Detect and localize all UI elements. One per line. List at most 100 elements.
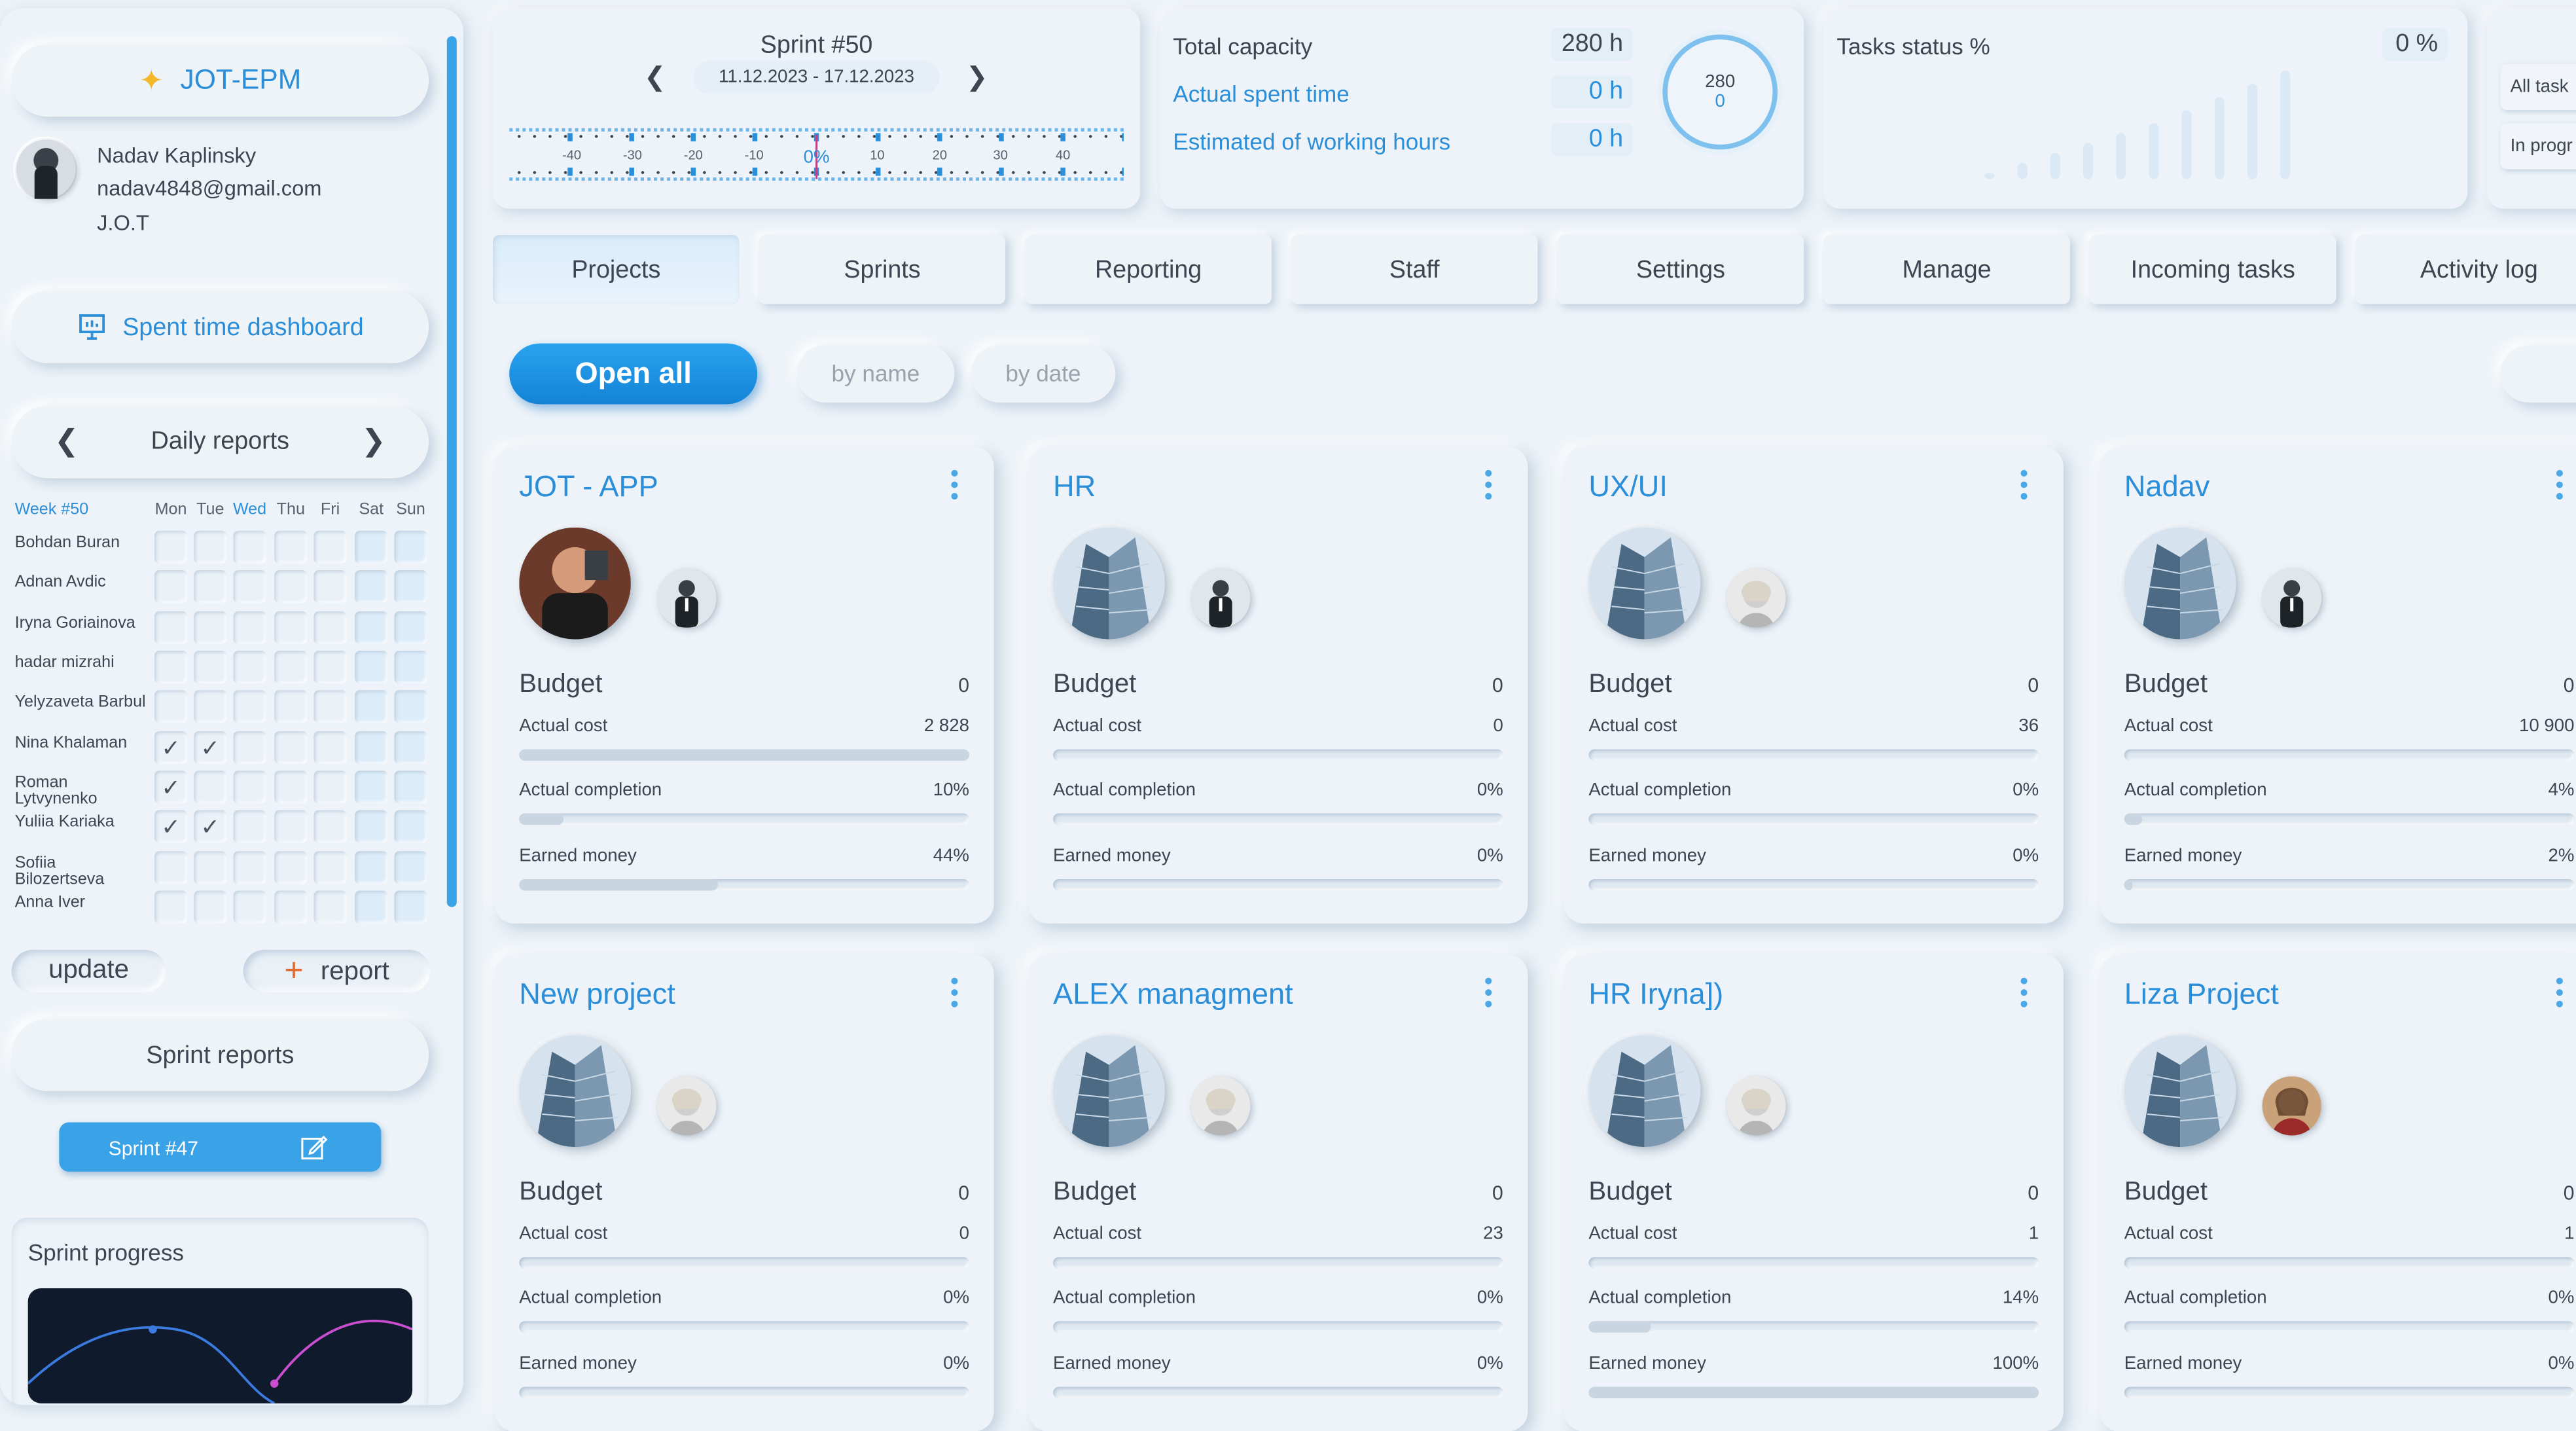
- week-day-cell[interactable]: [394, 611, 427, 644]
- week-day-cell[interactable]: [233, 731, 266, 765]
- week-day-cell[interactable]: [394, 890, 427, 924]
- week-day-cell[interactable]: [313, 690, 347, 723]
- project-card[interactable]: Nadav Budget 0 Actual cost 10 900 Actual…: [2100, 446, 2576, 924]
- week-day-cell[interactable]: [394, 651, 427, 684]
- week-day-cell[interactable]: [274, 651, 308, 684]
- week-day-cell[interactable]: [194, 530, 227, 564]
- edit-icon[interactable]: [299, 1132, 329, 1162]
- week-day-cell[interactable]: [194, 890, 227, 924]
- week-day-cell[interactable]: [355, 810, 388, 843]
- week-day-cell[interactable]: [233, 530, 266, 564]
- week-day-cell[interactable]: [233, 851, 266, 884]
- update-button[interactable]: update: [11, 949, 166, 993]
- week-day-cell[interactable]: [154, 890, 188, 924]
- sprint-dates[interactable]: 11.12.2023 - 17.12.2023: [693, 60, 940, 94]
- member-avatar[interactable]: [657, 1076, 717, 1136]
- week-day-cell[interactable]: ✓: [194, 731, 227, 765]
- project-name[interactable]: Nadav: [2124, 470, 2210, 505]
- week-day-cell[interactable]: [154, 651, 188, 684]
- sprint-chip[interactable]: Sprint #47: [59, 1122, 382, 1172]
- project-name[interactable]: HR: [1053, 470, 1096, 505]
- more-vertical-icon[interactable]: [2020, 977, 2031, 1013]
- week-day-cell[interactable]: [313, 810, 347, 843]
- project-card[interactable]: New project Budget 0 Actual cost 0 Actua…: [494, 954, 994, 1431]
- tab-manage[interactable]: Manage: [1823, 234, 2070, 304]
- week-day-cell[interactable]: [355, 731, 388, 765]
- chevron-right-icon[interactable]: ❯: [361, 424, 386, 459]
- member-avatar[interactable]: [1726, 568, 1786, 628]
- week-day-cell[interactable]: [313, 530, 347, 564]
- week-day-cell[interactable]: [355, 651, 388, 684]
- week-day-cell[interactable]: [194, 770, 227, 804]
- project-name[interactable]: Liza Project: [2124, 978, 2279, 1013]
- week-day-cell[interactable]: [233, 690, 266, 723]
- week-day-cell[interactable]: [274, 570, 308, 604]
- week-day-cell[interactable]: [233, 890, 266, 924]
- more-vertical-icon[interactable]: [2556, 977, 2566, 1013]
- week-day-cell[interactable]: [274, 530, 308, 564]
- more-vertical-icon[interactable]: [951, 469, 961, 505]
- week-day-cell[interactable]: [194, 651, 227, 684]
- more-vertical-icon[interactable]: [1485, 977, 1495, 1013]
- week-day-cell[interactable]: [355, 770, 388, 804]
- tab-settings[interactable]: Settings: [1557, 234, 1804, 304]
- week-day-cell[interactable]: [274, 890, 308, 924]
- week-day-cell[interactable]: [194, 611, 227, 644]
- week-day-cell[interactable]: [154, 690, 188, 723]
- week-day-cell[interactable]: [194, 851, 227, 884]
- week-day-cell[interactable]: [355, 570, 388, 604]
- sort-by-date-button[interactable]: by date: [971, 345, 1116, 403]
- week-day-cell[interactable]: [313, 770, 347, 804]
- week-day-cell[interactable]: [194, 690, 227, 723]
- project-card[interactable]: JOT - APP Budget 0 Actual cost 2 828 Act…: [494, 446, 994, 924]
- tab-sprints[interactable]: Sprints: [759, 234, 1006, 304]
- week-day-cell[interactable]: [274, 731, 308, 765]
- avatar[interactable]: [16, 139, 76, 199]
- tab-activity-log[interactable]: Activity log: [2355, 234, 2576, 304]
- in-progress-filter[interactable]: In progr: [2500, 123, 2576, 170]
- chevron-right-icon[interactable]: ❯: [966, 61, 988, 94]
- week-day-cell[interactable]: [313, 851, 347, 884]
- week-day-cell[interactable]: [355, 611, 388, 644]
- member-avatar[interactable]: [2262, 1076, 2321, 1136]
- week-day-cell[interactable]: [313, 611, 347, 644]
- project-name[interactable]: HR Iryna]): [1588, 978, 1723, 1013]
- member-avatar[interactable]: [2262, 568, 2321, 628]
- more-vertical-icon[interactable]: [2020, 469, 2031, 505]
- week-day-cell[interactable]: [274, 611, 308, 644]
- week-day-cell[interactable]: [194, 570, 227, 604]
- sprint-reports-button[interactable]: Sprint reports: [11, 1019, 429, 1091]
- project-name[interactable]: JOT - APP: [519, 470, 658, 505]
- week-day-cell[interactable]: [394, 770, 427, 804]
- week-day-cell[interactable]: [274, 851, 308, 884]
- sidebar-scrollbar[interactable]: [446, 36, 457, 907]
- week-day-cell[interactable]: [394, 851, 427, 884]
- week-day-cell[interactable]: ✓: [154, 770, 188, 804]
- week-day-cell[interactable]: ✓: [154, 731, 188, 765]
- chevron-left-icon[interactable]: ❮: [644, 61, 666, 94]
- tab-staff[interactable]: Staff: [1291, 234, 1538, 304]
- project-card[interactable]: HR Iryna]) Budget 0 Actual cost 1 Actual…: [1564, 954, 2064, 1431]
- member-avatar[interactable]: [1190, 568, 1251, 628]
- week-day-cell[interactable]: [394, 570, 427, 604]
- week-day-cell[interactable]: [355, 851, 388, 884]
- week-day-cell[interactable]: [233, 770, 266, 804]
- member-avatar[interactable]: [1190, 1076, 1251, 1136]
- week-day-cell[interactable]: [355, 690, 388, 723]
- week-day-cell[interactable]: [233, 570, 266, 604]
- week-day-cell[interactable]: ✓: [194, 810, 227, 843]
- week-day-cell[interactable]: [154, 611, 188, 644]
- week-day-cell[interactable]: ✓: [154, 810, 188, 843]
- week-day-cell[interactable]: [154, 570, 188, 604]
- app-home-button[interactable]: ✦ JOT-EPM: [11, 44, 429, 117]
- member-avatar[interactable]: [657, 568, 717, 628]
- project-card[interactable]: HR Budget 0 Actual cost 0 Actual complet…: [1028, 446, 1528, 924]
- week-day-cell[interactable]: [233, 611, 266, 644]
- project-name[interactable]: UX/UI: [1588, 470, 1668, 505]
- more-vertical-icon[interactable]: [1485, 469, 1495, 505]
- member-avatar[interactable]: [1726, 1076, 1786, 1136]
- project-card[interactable]: ALEX managment Budget 0 Actual cost 23 A…: [1028, 954, 1528, 1431]
- project-card[interactable]: Liza Project Budget 0 Actual cost 1 Actu…: [2100, 954, 2576, 1431]
- project-name[interactable]: ALEX managment: [1053, 978, 1293, 1013]
- week-day-cell[interactable]: [313, 651, 347, 684]
